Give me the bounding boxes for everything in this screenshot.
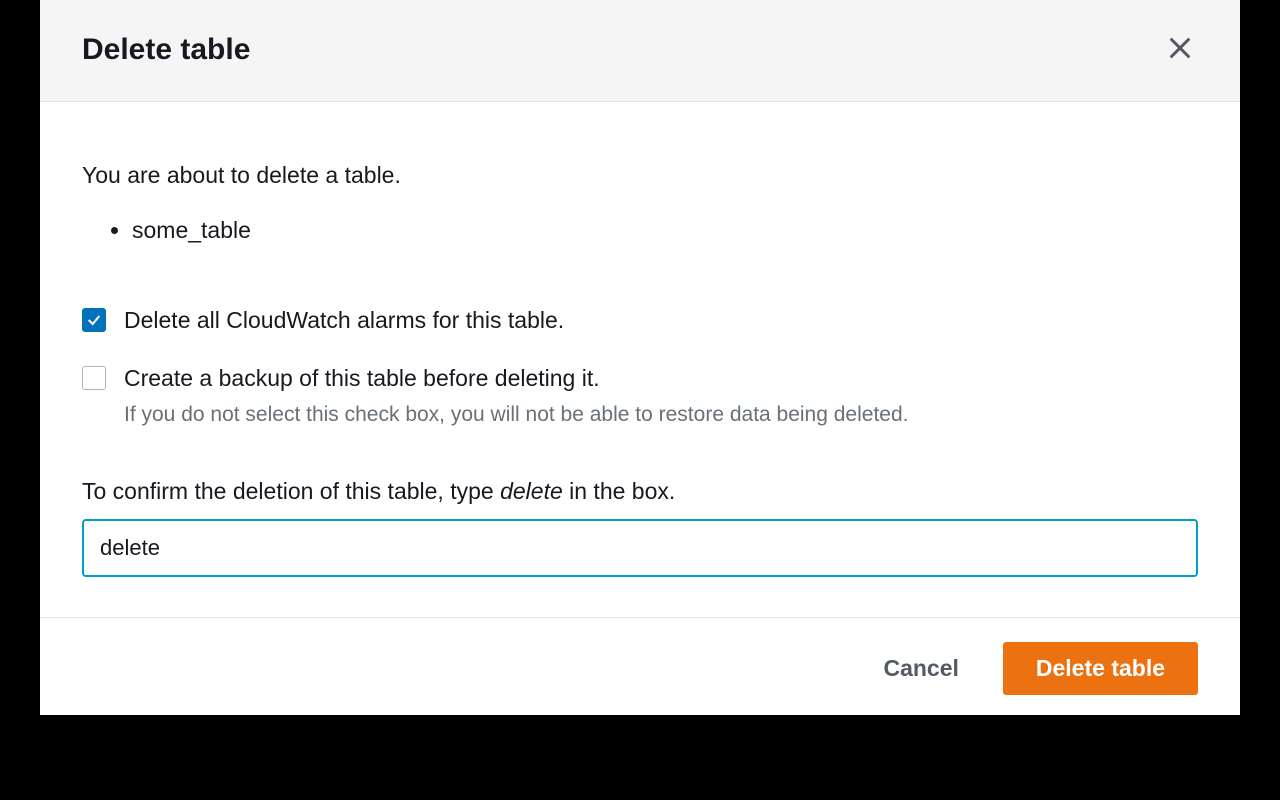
delete-table-dialog: Delete table You are about to delete a t… — [40, 0, 1240, 715]
confirm-suffix: in the box. — [563, 478, 676, 504]
confirm-keyword: delete — [500, 478, 563, 504]
confirm-input[interactable] — [82, 519, 1198, 577]
delete-alarms-label: Delete all CloudWatch alarms for this ta… — [124, 304, 564, 336]
create-backup-option: Create a backup of this table before del… — [82, 362, 1198, 430]
create-backup-label: Create a backup of this table before del… — [124, 362, 909, 394]
delete-alarms-checkbox[interactable] — [82, 308, 106, 332]
create-backup-checkbox[interactable] — [82, 366, 106, 390]
delete-table-button[interactable]: Delete table — [1003, 642, 1198, 695]
table-list-item: some_table — [132, 217, 1198, 244]
close-icon — [1166, 34, 1194, 62]
check-icon — [86, 312, 102, 328]
cancel-button[interactable]: Cancel — [863, 643, 978, 694]
create-backup-content: Create a backup of this table before del… — [124, 362, 909, 430]
table-list: some_table — [82, 217, 1198, 244]
close-button[interactable] — [1162, 30, 1198, 69]
dialog-body: You are about to delete a table. some_ta… — [40, 102, 1240, 617]
dialog-title: Delete table — [82, 33, 250, 67]
create-backup-hint: If you do not select this check box, you… — [124, 400, 909, 429]
intro-text: You are about to delete a table. — [82, 162, 1198, 189]
dialog-header: Delete table — [40, 0, 1240, 102]
delete-alarms-content: Delete all CloudWatch alarms for this ta… — [124, 304, 564, 336]
delete-alarms-option: Delete all CloudWatch alarms for this ta… — [82, 304, 1198, 336]
confirm-prefix: To confirm the deletion of this table, t… — [82, 478, 500, 504]
dialog-footer: Cancel Delete table — [40, 617, 1240, 715]
confirm-instruction: To confirm the deletion of this table, t… — [82, 478, 1198, 505]
